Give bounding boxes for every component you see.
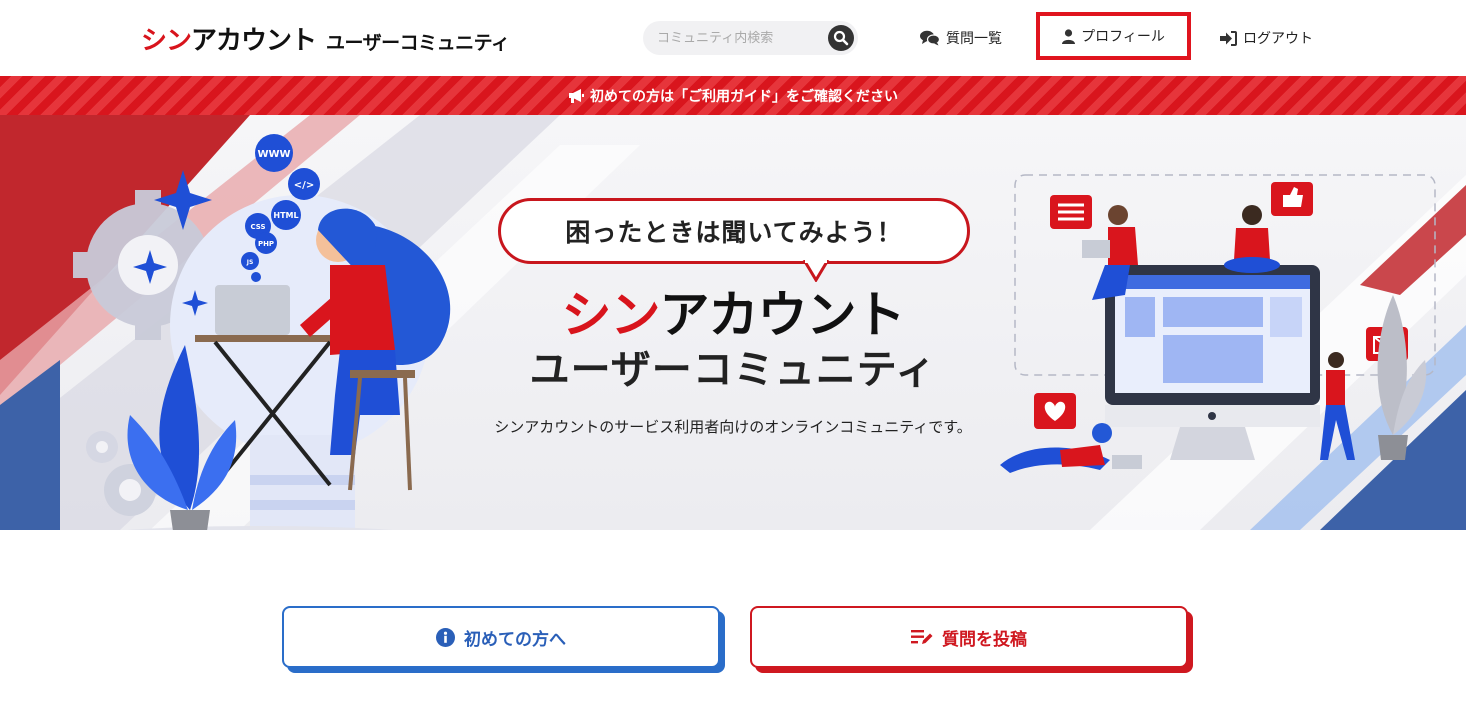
search-icon [833,30,849,46]
search-button[interactable] [828,25,854,51]
nav-profile-label: プロフィール [1081,29,1165,45]
nav-questions-label: 質問一覧 [946,31,1002,47]
post-question-button-label: 質問を投稿 [942,629,1027,650]
post-question-button[interactable]: 質問を投稿 [750,606,1188,668]
info-circle-icon [436,627,455,647]
logo-red-text: シン [141,26,192,56]
logo-sub-text: ユーザーコミュニティ [326,32,510,54]
logo-black-text: アカウント [191,26,317,56]
badge-css: CSS [250,223,265,231]
nav-profile-link[interactable]: プロフィール [1036,12,1191,60]
badge-html: HTML [273,211,298,220]
user-icon [1062,28,1076,44]
site-header: シン アカウント ユーザーコミュニティ 質問一覧 プロフィール [0,0,1466,76]
edit-list-icon [911,630,933,644]
hero-title-black: アカウント [659,286,906,344]
hero-title-red: シン [561,286,661,344]
comments-icon [920,30,940,46]
badge-www: WWW [257,149,290,160]
badge-php: PHP [258,240,274,248]
hero-subtitle: ユーザーコミュニティ [529,347,937,393]
guide-notice-text: 初めての方は「ご利用ガイド」をご確認ください [590,88,898,105]
hero-banner: WWW </> HTML CSS PHP JS 困ったときは聞いてみよう！ シン… [0,115,1466,530]
hero-description: シンアカウントのサービス利用者向けのオンラインコミュニティです。 [494,418,972,436]
first-time-button[interactable]: 初めての方へ [282,606,720,668]
badge-code: </> [294,180,314,191]
sign-out-icon [1220,30,1237,46]
hero-bubble-text: 困ったときは聞いてみよう！ [565,218,903,247]
nav-logout-label: ログアウト [1243,31,1313,47]
guide-notice-link[interactable]: 初めての方は「ご利用ガイド」をご確認ください [0,76,1466,115]
first-time-button-label: 初めての方へ [464,629,566,650]
search-input[interactable] [643,21,818,55]
nav-questions-link[interactable]: 質問一覧 [920,26,1002,50]
site-logo[interactable]: シン アカウント ユーザーコミュニティ [141,20,510,56]
badge-js: JS [246,259,254,266]
hero-speech-bubble: 困ったときは聞いてみよう！ [498,198,970,264]
nav-logout-link[interactable]: ログアウト [1220,26,1313,50]
search-box [643,21,858,55]
bullhorn-icon [569,88,584,103]
